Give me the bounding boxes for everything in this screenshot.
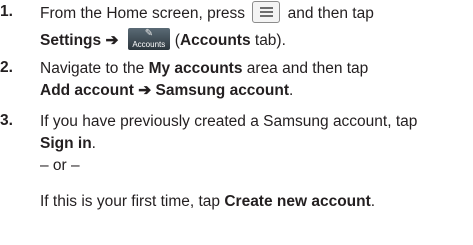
add-account-label: Add account [40, 82, 134, 99]
step-text: From the Home screen, press [40, 5, 246, 22]
samsung-account-label: Samsung account [155, 82, 290, 99]
or-separator: – or – [40, 157, 80, 174]
instruction-document: 1. From the Home screen, press and then … [0, 0, 473, 245]
key-icon: ✎ [144, 27, 154, 39]
arrow-icon: ➔ [105, 32, 119, 49]
accounts-tab-icon: ✎ Accounts [127, 27, 170, 50]
step-number: 1. [0, 3, 13, 20]
sign-in-label: Sign in [40, 135, 92, 152]
arrow-icon: ➔ [138, 82, 152, 99]
step-text: If you have previously created a Samsung… [40, 113, 418, 130]
my-accounts-label: My accounts [148, 60, 243, 77]
accounts-tab-label: Accounts [132, 39, 166, 49]
step-text: and then tap [287, 5, 374, 22]
create-new-account-label: Create new account [224, 193, 371, 210]
step-number: 3. [0, 112, 13, 129]
settings-label: Settings [40, 32, 102, 49]
step-number: 2. [0, 59, 13, 76]
accounts-label: Accounts [179, 32, 251, 49]
menu-key-icon [252, 0, 281, 23]
